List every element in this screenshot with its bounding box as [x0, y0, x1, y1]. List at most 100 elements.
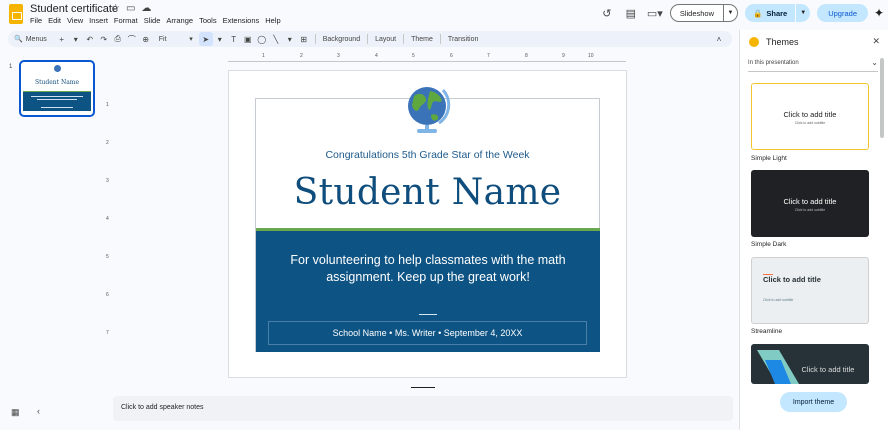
ruler-mark: 8 [525, 53, 528, 59]
theme-label: Streamline [751, 328, 783, 335]
menu-extensions[interactable]: Extensions [223, 16, 260, 25]
search-menus[interactable]: 🔍 Menus [14, 35, 47, 44]
cloud-status-icon[interactable]: ☁ [141, 3, 151, 14]
ruler-mark: 9 [562, 53, 565, 59]
ruler-mark: 3 [337, 53, 340, 59]
thumb-text-line [31, 96, 83, 97]
zoom-icon[interactable]: ⊕ [139, 32, 153, 46]
certificate-footer[interactable]: School Name • Ms. Writer • September 4, … [268, 321, 587, 345]
theme-button[interactable]: Theme [408, 36, 436, 43]
import-theme-button[interactable]: Import theme [780, 392, 847, 412]
undo-icon[interactable]: ↶ [83, 32, 97, 46]
background-button[interactable]: Background [320, 36, 363, 43]
grid-view-icon[interactable]: ▦ [11, 407, 20, 418]
text-box-icon[interactable]: T [227, 32, 241, 46]
theme-simple-light[interactable]: Click to add title Click to add subtitle [751, 83, 869, 150]
title-bar: Student certificate ☆ ▭ ☁ File Edit View… [0, 0, 888, 30]
search-menus-label: Menus [25, 35, 47, 43]
line-dropdown-icon[interactable]: ▾ [283, 32, 297, 46]
select-cursor-icon[interactable]: ➤ [198, 32, 213, 46]
ruler-mark: 6 [106, 292, 109, 298]
ruler-mark: 10 [588, 53, 594, 59]
notes-resize-handle[interactable] [411, 387, 435, 388]
line-icon[interactable]: ╲ [269, 32, 283, 46]
menu-help[interactable]: Help [265, 16, 280, 25]
menu-edit[interactable]: Edit [48, 16, 61, 25]
theme-label: Simple Light [751, 155, 787, 162]
cursor-dropdown-icon[interactable]: ▾ [213, 32, 227, 46]
document-title[interactable]: Student certificate [30, 3, 118, 15]
toolbar-divider [314, 34, 316, 44]
chevron-left-icon[interactable]: ‹ [37, 406, 40, 416]
image-icon[interactable]: ▣ [241, 32, 255, 46]
share-button[interactable]: 🔒 Share [745, 4, 796, 22]
menu-arrange[interactable]: Arrange [166, 16, 193, 25]
menu-file[interactable]: File [30, 16, 42, 25]
layout-button[interactable]: Layout [372, 36, 399, 43]
zoom-select[interactable]: Fit ▾ [159, 35, 193, 44]
ruler-mark: 7 [106, 330, 109, 336]
meet-icon[interactable]: ▭▾ [646, 4, 664, 22]
globe-icon[interactable] [405, 84, 451, 134]
theme-card-title: Click to add title [783, 110, 837, 119]
title-icons: ☆ ▭ ☁ [111, 3, 151, 14]
move-folder-icon[interactable]: ▭ [126, 3, 135, 14]
upgrade-button[interactable]: Upgrade [817, 4, 868, 22]
theme-streamline[interactable]: Click to add title Click to add subtitle [751, 257, 869, 324]
close-icon[interactable]: ✕ [872, 36, 880, 47]
menu-format[interactable]: Format [114, 16, 138, 25]
toolbar-divider [439, 34, 441, 44]
menu-insert[interactable]: Insert [89, 16, 108, 25]
new-slide-icon[interactable]: + [55, 32, 69, 46]
theme-card-title: Click to add title [763, 275, 821, 284]
chevron-down-icon: ⌄ [871, 58, 878, 67]
themes-header: Themes ✕ [740, 30, 888, 54]
themes-filter-select[interactable]: In this presentation ⌄ [748, 58, 878, 72]
theme-simple-dark[interactable]: Click to add title Click to add subtitle [751, 170, 869, 237]
theme-focus[interactable]: Click to add title [751, 344, 869, 384]
new-slide-dropdown-icon[interactable]: ▾ [69, 32, 83, 46]
transition-button[interactable]: Transition [445, 36, 481, 43]
comments-icon[interactable]: ▤ [622, 4, 640, 22]
speaker-notes[interactable]: Click to add speaker notes [113, 396, 733, 421]
menu-tools[interactable]: Tools [199, 16, 217, 25]
ruler-mark: 1 [262, 53, 265, 59]
menu-slide[interactable]: Slide [144, 16, 161, 25]
certificate-message[interactable]: For volunteering to help classmates with… [270, 252, 586, 286]
speaker-notes-placeholder: Click to add speaker notes [121, 404, 204, 411]
certificate-subtitle[interactable]: Congratulations 5th Grade Star of the We… [255, 149, 600, 161]
toolbar-divider [403, 34, 405, 44]
focus-shapes [757, 350, 799, 384]
slides-logo-icon[interactable] [9, 4, 23, 24]
header-actions: ↺ ▤ ▭▾ Slideshow ▼ 🔒 Share ▼ Upgrade ✦ [598, 3, 888, 23]
thumb-band [23, 91, 91, 111]
chevron-down-icon: ▾ [189, 36, 193, 43]
redo-icon[interactable]: ↷ [97, 32, 111, 46]
themes-scrollbar[interactable] [880, 58, 884, 138]
shape-icon[interactable]: ◯ [255, 32, 269, 46]
ruler-mark: 2 [106, 140, 109, 146]
ruler-mark: 2 [300, 53, 303, 59]
thumb-text-line [37, 99, 77, 100]
gemini-icon[interactable]: ✦ [872, 6, 886, 20]
collapse-toolbar-icon[interactable]: ˄ [712, 32, 726, 46]
star-icon[interactable]: ☆ [111, 3, 120, 14]
slide-thumbnail[interactable]: Student Name [19, 60, 95, 117]
thumb-title: Student Name [34, 79, 80, 86]
add-comment-icon[interactable]: ⊞ [297, 32, 311, 46]
menu-view[interactable]: View [67, 16, 83, 25]
student-name-title[interactable]: Student Name [255, 172, 600, 213]
theme-card-subtitle: Click to add subtitle [763, 298, 794, 302]
slideshow-button[interactable]: Slideshow [669, 4, 725, 22]
vertical-ruler[interactable]: 1 2 3 4 5 6 7 [104, 68, 113, 378]
thumb-globe-icon [54, 65, 61, 72]
ruler-mark: 4 [375, 53, 378, 59]
ruler-mark: 1 [106, 102, 109, 108]
history-icon[interactable]: ↺ [598, 4, 616, 22]
search-icon: 🔍 [14, 36, 23, 43]
horizontal-ruler[interactable]: 1 2 3 4 5 6 7 8 9 10 [228, 53, 626, 62]
share-dropdown-icon[interactable]: ▼ [796, 4, 811, 22]
paint-format-icon[interactable]: ⌒ [125, 32, 139, 46]
slideshow-dropdown-icon[interactable]: ▼ [724, 4, 739, 22]
print-icon[interactable]: ⎙ [111, 32, 125, 46]
